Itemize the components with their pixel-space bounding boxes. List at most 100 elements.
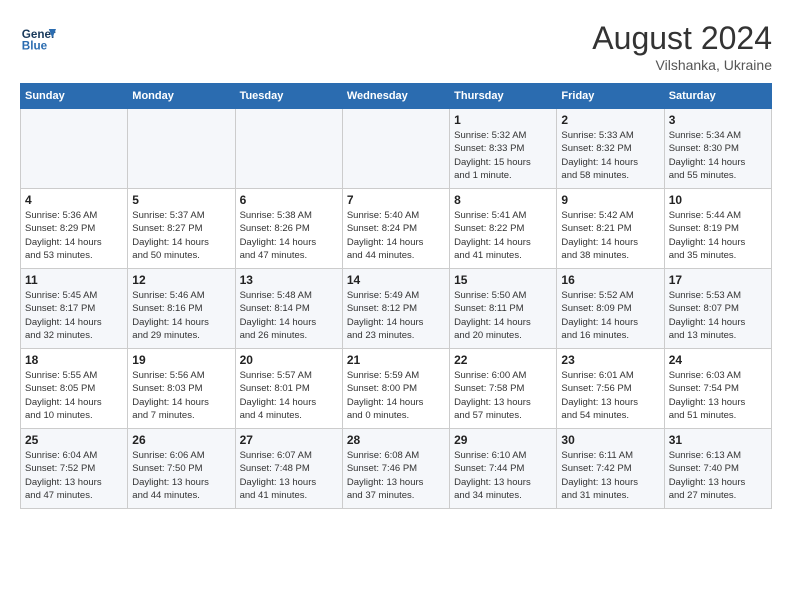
- day-info: Sunrise: 5:42 AM Sunset: 8:21 PM Dayligh…: [561, 209, 659, 262]
- day-number: 24: [669, 353, 767, 367]
- calendar-week-3: 11 Sunrise: 5:45 AM Sunset: 8:17 PM Dayli…: [21, 269, 772, 349]
- day-info: Sunrise: 6:07 AM Sunset: 7:48 PM Dayligh…: [240, 449, 338, 502]
- day-info: Sunrise: 5:55 AM Sunset: 8:05 PM Dayligh…: [25, 369, 123, 422]
- day-info: Sunrise: 6:03 AM Sunset: 7:54 PM Dayligh…: [669, 369, 767, 422]
- calendar-body: 1 Sunrise: 5:32 AM Sunset: 8:33 PM Daylig…: [21, 109, 772, 509]
- weekday-header-tuesday: Tuesday: [235, 84, 342, 109]
- day-info: Sunrise: 5:32 AM Sunset: 8:33 PM Dayligh…: [454, 129, 552, 182]
- calendar-cell: 10Sunrise: 5:44 AM Sunset: 8:19 PM Dayli…: [664, 189, 771, 269]
- calendar-cell: 24 Sunrise: 6:03 AM Sunset: 7:54 PM Dayli…: [664, 349, 771, 429]
- day-number: 5: [132, 193, 230, 207]
- calendar-cell: 21Sunrise: 5:59 AM Sunset: 8:00 PM Dayli…: [342, 349, 449, 429]
- day-info: Sunrise: 5:38 AM Sunset: 8:26 PM Dayligh…: [240, 209, 338, 262]
- calendar-cell: 3Sunrise: 5:34 AM Sunset: 8:30 PM Daylig…: [664, 109, 771, 189]
- day-number: 27: [240, 433, 338, 447]
- day-number: 7: [347, 193, 445, 207]
- day-number: 15: [454, 273, 552, 287]
- day-info: Sunrise: 5:41 AM Sunset: 8:22 PM Dayligh…: [454, 209, 552, 262]
- weekday-header-sunday: Sunday: [21, 84, 128, 109]
- day-number: 6: [240, 193, 338, 207]
- calendar-cell: [342, 109, 449, 189]
- day-info: Sunrise: 5:57 AM Sunset: 8:01 PM Dayligh…: [240, 369, 338, 422]
- calendar-week-5: 25 Sunrise: 6:04 AM Sunset: 7:52 PM Dayli…: [21, 429, 772, 509]
- day-info: Sunrise: 5:46 AM Sunset: 8:16 PM Dayligh…: [132, 289, 230, 342]
- day-info: Sunrise: 6:11 AM Sunset: 7:42 PM Dayligh…: [561, 449, 659, 502]
- weekday-header-row: SundayMondayTuesdayWednesdayThursdayFrid…: [21, 84, 772, 109]
- day-info: Sunrise: 6:01 AM Sunset: 7:56 PM Dayligh…: [561, 369, 659, 422]
- title-block: August 2024 Vilshanka, Ukraine: [592, 20, 772, 73]
- calendar-cell: 11 Sunrise: 5:45 AM Sunset: 8:17 PM Dayli…: [21, 269, 128, 349]
- day-info: Sunrise: 5:50 AM Sunset: 8:11 PM Dayligh…: [454, 289, 552, 342]
- location-subtitle: Vilshanka, Ukraine: [592, 57, 772, 73]
- day-info: Sunrise: 6:13 AM Sunset: 7:40 PM Dayligh…: [669, 449, 767, 502]
- calendar-cell: 26Sunrise: 6:06 AM Sunset: 7:50 PM Dayli…: [128, 429, 235, 509]
- day-info: Sunrise: 5:45 AM Sunset: 8:17 PM Dayligh…: [25, 289, 123, 342]
- day-number: 28: [347, 433, 445, 447]
- day-number: 25: [25, 433, 123, 447]
- day-number: 4: [25, 193, 123, 207]
- day-info: Sunrise: 5:33 AM Sunset: 8:32 PM Dayligh…: [561, 129, 659, 182]
- calendar-cell: 19 Sunrise: 5:56 AM Sunset: 8:03 PM Dayli…: [128, 349, 235, 429]
- weekday-header-saturday: Saturday: [664, 84, 771, 109]
- day-number: 14: [347, 273, 445, 287]
- calendar-cell: 30 Sunrise: 6:11 AM Sunset: 7:42 PM Dayli…: [557, 429, 664, 509]
- calendar-cell: 23 Sunrise: 6:01 AM Sunset: 7:56 PM Dayli…: [557, 349, 664, 429]
- day-number: 30: [561, 433, 659, 447]
- day-info: Sunrise: 5:40 AM Sunset: 8:24 PM Dayligh…: [347, 209, 445, 262]
- calendar-table: SundayMondayTuesdayWednesdayThursdayFrid…: [20, 83, 772, 509]
- calendar-cell: 25 Sunrise: 6:04 AM Sunset: 7:52 PM Dayli…: [21, 429, 128, 509]
- calendar-cell: 16 Sunrise: 5:52 AM Sunset: 8:09 PM Dayli…: [557, 269, 664, 349]
- page-header: General Blue August 2024 Vilshanka, Ukra…: [20, 20, 772, 73]
- calendar-cell: 8 Sunrise: 5:41 AM Sunset: 8:22 PM Daylig…: [450, 189, 557, 269]
- calendar-week-1: 1 Sunrise: 5:32 AM Sunset: 8:33 PM Daylig…: [21, 109, 772, 189]
- day-number: 1: [454, 113, 552, 127]
- calendar-week-4: 18Sunrise: 5:55 AM Sunset: 8:05 PM Dayli…: [21, 349, 772, 429]
- weekday-header-wednesday: Wednesday: [342, 84, 449, 109]
- day-number: 21: [347, 353, 445, 367]
- logo: General Blue: [20, 20, 56, 56]
- day-info: Sunrise: 5:34 AM Sunset: 8:30 PM Dayligh…: [669, 129, 767, 182]
- calendar-cell: 1 Sunrise: 5:32 AM Sunset: 8:33 PM Daylig…: [450, 109, 557, 189]
- logo-icon: General Blue: [20, 20, 56, 56]
- day-info: Sunrise: 5:53 AM Sunset: 8:07 PM Dayligh…: [669, 289, 767, 342]
- month-year-title: August 2024: [592, 20, 772, 57]
- svg-text:Blue: Blue: [22, 40, 48, 53]
- calendar-cell: 6 Sunrise: 5:38 AM Sunset: 8:26 PM Daylig…: [235, 189, 342, 269]
- calendar-cell: 2 Sunrise: 5:33 AM Sunset: 8:32 PM Daylig…: [557, 109, 664, 189]
- day-number: 29: [454, 433, 552, 447]
- day-info: Sunrise: 5:36 AM Sunset: 8:29 PM Dayligh…: [25, 209, 123, 262]
- calendar-cell: 20 Sunrise: 5:57 AM Sunset: 8:01 PM Dayli…: [235, 349, 342, 429]
- calendar-cell: 22 Sunrise: 6:00 AM Sunset: 7:58 PM Dayli…: [450, 349, 557, 429]
- day-number: 2: [561, 113, 659, 127]
- day-info: Sunrise: 5:37 AM Sunset: 8:27 PM Dayligh…: [132, 209, 230, 262]
- calendar-cell: 18Sunrise: 5:55 AM Sunset: 8:05 PM Dayli…: [21, 349, 128, 429]
- day-number: 13: [240, 273, 338, 287]
- day-number: 16: [561, 273, 659, 287]
- day-number: 23: [561, 353, 659, 367]
- day-info: Sunrise: 5:44 AM Sunset: 8:19 PM Dayligh…: [669, 209, 767, 262]
- calendar-cell: 14 Sunrise: 5:49 AM Sunset: 8:12 PM Dayli…: [342, 269, 449, 349]
- day-info: Sunrise: 5:56 AM Sunset: 8:03 PM Dayligh…: [132, 369, 230, 422]
- day-info: Sunrise: 6:04 AM Sunset: 7:52 PM Dayligh…: [25, 449, 123, 502]
- calendar-cell: 12Sunrise: 5:46 AM Sunset: 8:16 PM Dayli…: [128, 269, 235, 349]
- calendar-cell: 5 Sunrise: 5:37 AM Sunset: 8:27 PM Daylig…: [128, 189, 235, 269]
- calendar-cell: 31 Sunrise: 6:13 AM Sunset: 7:40 PM Dayli…: [664, 429, 771, 509]
- day-number: 19: [132, 353, 230, 367]
- calendar-header: SundayMondayTuesdayWednesdayThursdayFrid…: [21, 84, 772, 109]
- day-info: Sunrise: 5:52 AM Sunset: 8:09 PM Dayligh…: [561, 289, 659, 342]
- calendar-cell: 9Sunrise: 5:42 AM Sunset: 8:21 PM Daylig…: [557, 189, 664, 269]
- calendar-cell: [235, 109, 342, 189]
- calendar-cell: [21, 109, 128, 189]
- day-number: 22: [454, 353, 552, 367]
- day-number: 11: [25, 273, 123, 287]
- day-info: Sunrise: 5:49 AM Sunset: 8:12 PM Dayligh…: [347, 289, 445, 342]
- day-number: 8: [454, 193, 552, 207]
- calendar-cell: 29Sunrise: 6:10 AM Sunset: 7:44 PM Dayli…: [450, 429, 557, 509]
- calendar-cell: 4 Sunrise: 5:36 AM Sunset: 8:29 PM Daylig…: [21, 189, 128, 269]
- day-number: 31: [669, 433, 767, 447]
- weekday-header-thursday: Thursday: [450, 84, 557, 109]
- day-number: 20: [240, 353, 338, 367]
- day-number: 26: [132, 433, 230, 447]
- day-info: Sunrise: 6:00 AM Sunset: 7:58 PM Dayligh…: [454, 369, 552, 422]
- calendar-week-2: 4 Sunrise: 5:36 AM Sunset: 8:29 PM Daylig…: [21, 189, 772, 269]
